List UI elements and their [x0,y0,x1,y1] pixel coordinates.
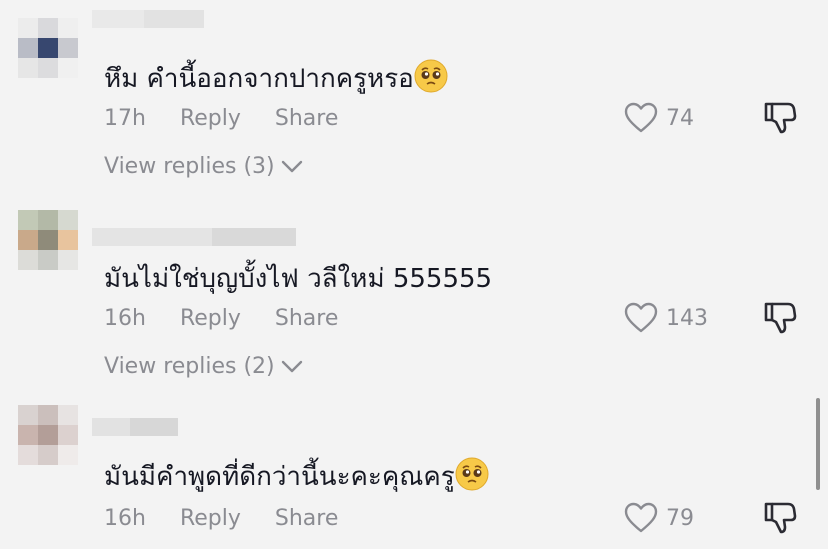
avatar[interactable] [18,405,78,465]
comment-time: 16h [104,306,146,331]
username-redacted[interactable] [92,418,178,436]
comment-time: 16h [104,506,146,531]
comment-meta: 17h Reply Share [104,106,338,131]
view-replies-button[interactable]: View replies (2) [104,354,303,379]
pleading-face-emoji [455,457,489,498]
chevron-down-icon [281,160,302,172]
reply-button[interactable]: Reply [180,506,241,531]
reply-button[interactable]: Reply [180,306,241,331]
dislike-button[interactable] [762,500,798,536]
comment-meta: 16h Reply Share [104,306,338,331]
reply-button[interactable]: Reply [180,106,241,131]
comment-meta: 16h Reply Share [104,506,338,531]
like-button[interactable]: 79 [624,502,694,534]
comment-text-content: มันไม่ใช่บุญบั้งไฟ วลีใหม่ 555555 [104,264,493,294]
view-replies-button[interactable]: View replies (3) [104,154,303,179]
comment-text: หึม คำนี้ออกจากปากครูหรอ [104,58,448,100]
scrollbar[interactable] [816,398,820,490]
username-redacted[interactable] [92,10,204,28]
username-redacted[interactable] [92,228,296,246]
heart-outline-icon [624,502,658,533]
like-button[interactable]: 143 [624,302,708,334]
avatar[interactable] [18,210,78,270]
like-count: 74 [666,105,694,131]
dislike-button[interactable] [762,300,798,336]
heart-outline-icon [624,102,658,133]
avatar[interactable] [18,18,78,78]
share-button[interactable]: Share [275,306,339,331]
pleading-face-emoji [414,59,448,100]
like-count: 143 [666,305,708,331]
thumbs-down-icon [764,102,797,134]
comment-text-content: มันมีคำพูดที่ดีกว่านี้นะคะคุณครู [104,462,455,492]
view-replies-label: View replies (2) [104,354,275,379]
share-button[interactable]: Share [275,106,339,131]
thumbs-down-icon [764,502,797,534]
comment-text-content: หึม คำนี้ออกจากปากครูหรอ [104,64,414,94]
view-replies-label: View replies (3) [104,154,275,179]
comment-time: 17h [104,106,146,131]
comment-text: มันมีคำพูดที่ดีกว่านี้นะคะคุณครู [104,456,489,498]
dislike-button[interactable] [762,100,798,136]
like-count: 79 [666,505,694,531]
heart-outline-icon [624,302,658,333]
like-button[interactable]: 74 [624,102,694,134]
thumbs-down-icon [764,302,797,334]
comment-text: มันไม่ใช่บุญบั้งไฟ วลีใหม่ 555555 [104,258,492,299]
chevron-down-icon [281,360,302,372]
share-button[interactable]: Share [275,506,339,531]
